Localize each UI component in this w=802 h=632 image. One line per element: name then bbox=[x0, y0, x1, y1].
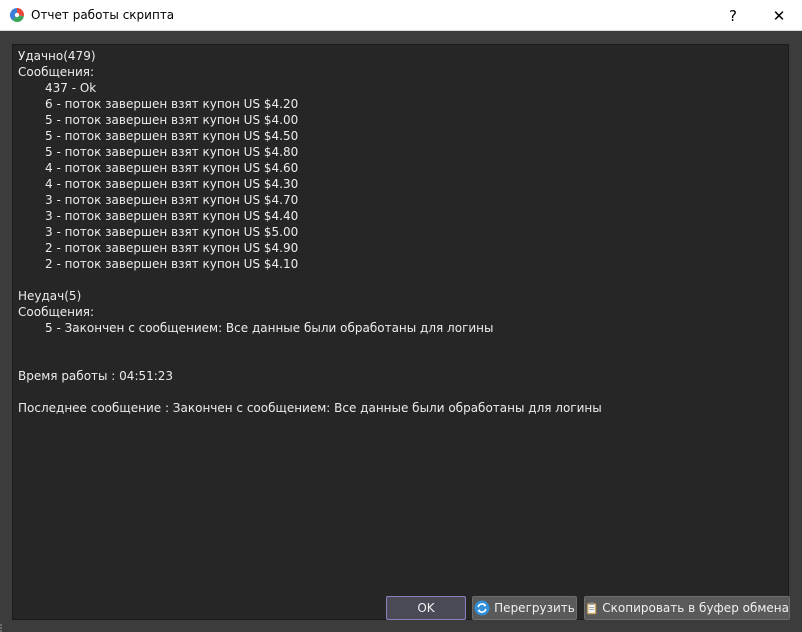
fail-header: Неудач(5) bbox=[18, 289, 82, 303]
help-button[interactable]: ? bbox=[710, 0, 756, 31]
copy-to-clipboard-button[interactable]: Скопировать в буфер обмена bbox=[584, 596, 790, 620]
close-button[interactable]: ✕ bbox=[756, 0, 802, 31]
fail-message: 5 - Закончен с сообщением: Все данные бы… bbox=[45, 321, 494, 335]
report-text-area[interactable]: Удачно(479) Сообщения: 437 - Ok 6 - пото… bbox=[12, 44, 789, 620]
success-message: 4 - поток завершен взят купон US $4.30 bbox=[45, 177, 299, 191]
ok-button-label: OK bbox=[417, 601, 435, 615]
ok-button[interactable]: OK bbox=[386, 596, 466, 620]
success-message: 5 - поток завершен взят купон US $4.50 bbox=[45, 129, 299, 143]
resize-grip[interactable] bbox=[0, 624, 4, 632]
copy-button-label: Скопировать в буфер обмена bbox=[602, 601, 789, 615]
success-message: 4 - поток завершен взят купон US $4.60 bbox=[45, 161, 299, 175]
reload-button[interactable]: Перегрузить bbox=[472, 596, 577, 620]
success-message: 3 - поток завершен взят купон US $5.00 bbox=[45, 225, 299, 239]
success-message: 6 - поток завершен взят купон US $4.20 bbox=[45, 97, 299, 111]
close-icon: ✕ bbox=[772, 6, 786, 25]
success-message: 2 - поток завершен взят купон US $4.90 bbox=[45, 241, 299, 255]
dialog-content: Удачно(479) Сообщения: 437 - Ok 6 - пото… bbox=[0, 31, 802, 632]
success-header: Удачно(479) bbox=[18, 49, 96, 63]
success-message: 437 - Ok bbox=[45, 81, 97, 95]
reload-button-label: Перегрузить bbox=[494, 601, 575, 615]
success-message: 5 - поток завершен взят купон US $4.80 bbox=[45, 145, 299, 159]
success-message: 2 - поток завершен взят купон US $4.10 bbox=[45, 257, 299, 271]
pie-chart-icon bbox=[9, 7, 25, 23]
clipboard-icon bbox=[587, 602, 597, 615]
title-bar: Отчет работы скрипта ? ✕ bbox=[0, 0, 802, 31]
success-messages-label: Сообщения: bbox=[18, 65, 95, 79]
success-message: 5 - поток завершен взят купон US $4.00 bbox=[45, 113, 299, 127]
success-message: 3 - поток завершен взят купон US $4.70 bbox=[45, 193, 299, 207]
window-title: Отчет работы скрипта bbox=[31, 8, 175, 22]
runtime-text: Время работы : 04:51:23 bbox=[18, 369, 174, 383]
success-message: 3 - поток завершен взят купон US $4.40 bbox=[45, 209, 299, 223]
fail-messages-label: Сообщения: bbox=[18, 305, 95, 319]
refresh-icon bbox=[474, 600, 490, 616]
last-message-text: Последнее сообщение : Закончен с сообщен… bbox=[18, 401, 602, 415]
